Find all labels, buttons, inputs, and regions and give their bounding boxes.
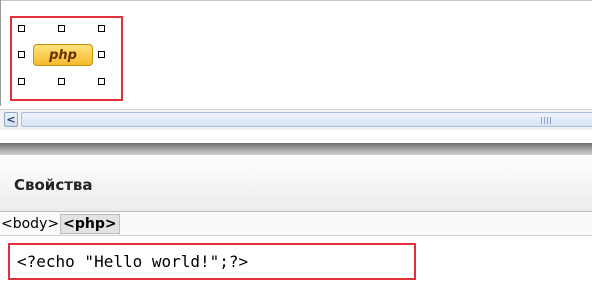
scroll-left-button[interactable]: < [4, 112, 18, 127]
properties-title: Свойства [14, 176, 93, 194]
tag-crumb-body[interactable]: <body> [0, 216, 60, 232]
resize-handle-middle-left[interactable] [18, 51, 25, 58]
php-tag-label: php [49, 47, 77, 63]
properties-panel-header: Свойства [0, 155, 592, 212]
design-view[interactable]: php [0, 0, 592, 106]
design-bottom-margin [0, 130, 592, 144]
resize-handle-top-center[interactable] [58, 25, 65, 32]
tag-crumb-php[interactable]: <php> [60, 213, 120, 234]
code-editor-area[interactable]: <?echo "Hello world!";?> [0, 237, 592, 300]
horizontal-scrollbar[interactable]: < [0, 109, 592, 131]
chevron-left-icon: < [6, 113, 16, 126]
resize-handle-bottom-left[interactable] [18, 78, 25, 85]
resize-handle-middle-right[interactable] [98, 51, 105, 58]
resize-handle-bottom-right[interactable] [98, 78, 105, 85]
php-element-icon[interactable]: php [33, 44, 93, 66]
resize-handle-top-left[interactable] [18, 25, 25, 32]
grip-icon [541, 117, 551, 124]
php-code-line[interactable]: <?echo "Hello world!";?> [8, 243, 416, 280]
scroll-thumb[interactable] [21, 112, 592, 127]
top-divider [1, 0, 592, 1]
tag-selector-bar: <body> <php> [0, 212, 592, 236]
resize-handle-bottom-center[interactable] [58, 78, 65, 85]
panel-splitter[interactable] [0, 143, 592, 155]
resize-handle-top-right[interactable] [98, 25, 105, 32]
